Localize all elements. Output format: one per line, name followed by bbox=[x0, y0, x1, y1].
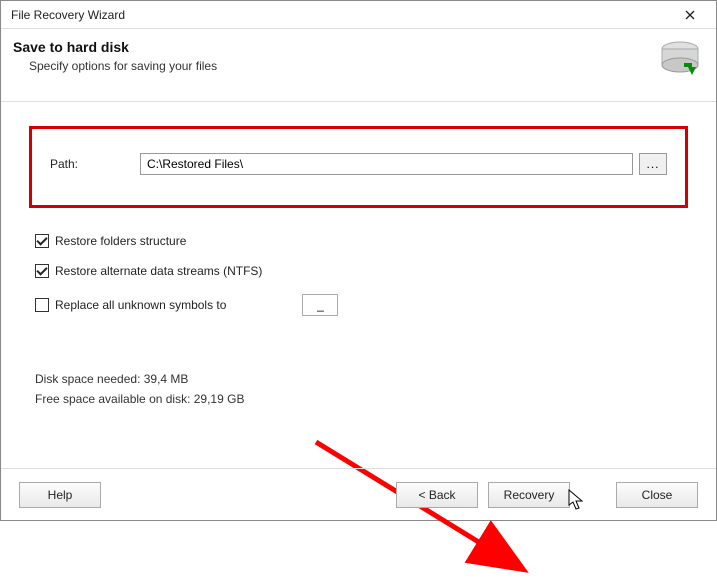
restore-folders-label[interactable]: Restore folders structure bbox=[55, 234, 186, 248]
browse-button[interactable]: ... bbox=[639, 153, 667, 175]
path-input[interactable] bbox=[140, 153, 633, 175]
window-title: File Recovery Wizard bbox=[11, 8, 125, 22]
page-title: Save to hard disk bbox=[13, 39, 704, 55]
hard-disk-icon bbox=[658, 37, 702, 77]
window-close-button[interactable] bbox=[672, 2, 708, 28]
replace-symbols-checkbox[interactable] bbox=[35, 298, 49, 312]
path-label: Path: bbox=[50, 157, 90, 171]
footer-bar: Help < Back Recovery Close bbox=[1, 468, 716, 520]
replace-symbols-label[interactable]: Replace all unknown symbols to bbox=[55, 298, 226, 312]
restore-ads-row: Restore alternate data streams (NTFS) bbox=[35, 264, 688, 278]
titlebar: File Recovery Wizard bbox=[1, 1, 716, 29]
replace-symbol-input[interactable] bbox=[302, 294, 338, 316]
free-space-available: Free space available on disk: 29,19 GB bbox=[35, 392, 688, 406]
disk-space-needed: Disk space needed: 39,4 MB bbox=[35, 372, 688, 386]
back-button[interactable]: < Back bbox=[396, 482, 478, 508]
restore-folders-row: Restore folders structure bbox=[35, 234, 688, 248]
close-icon bbox=[685, 10, 695, 20]
content-area: Path: ... Restore folders structure Rest… bbox=[1, 102, 716, 422]
close-button[interactable]: Close bbox=[616, 482, 698, 508]
restore-folders-checkbox[interactable] bbox=[35, 234, 49, 248]
wizard-window: File Recovery Wizard Save to hard disk S… bbox=[0, 0, 717, 521]
path-highlight-box: Path: ... bbox=[29, 126, 688, 208]
recovery-button[interactable]: Recovery bbox=[488, 482, 570, 508]
help-button[interactable]: Help bbox=[19, 482, 101, 508]
options-group: Restore folders structure Restore altern… bbox=[35, 234, 688, 316]
restore-ads-checkbox[interactable] bbox=[35, 264, 49, 278]
path-input-group: ... bbox=[140, 153, 667, 175]
page-subtitle: Specify options for saving your files bbox=[29, 59, 704, 73]
replace-symbols-row: Replace all unknown symbols to bbox=[35, 294, 688, 316]
stats-group: Disk space needed: 39,4 MB Free space av… bbox=[35, 372, 688, 406]
restore-ads-label[interactable]: Restore alternate data streams (NTFS) bbox=[55, 264, 262, 278]
header-section: Save to hard disk Specify options for sa… bbox=[1, 29, 716, 102]
